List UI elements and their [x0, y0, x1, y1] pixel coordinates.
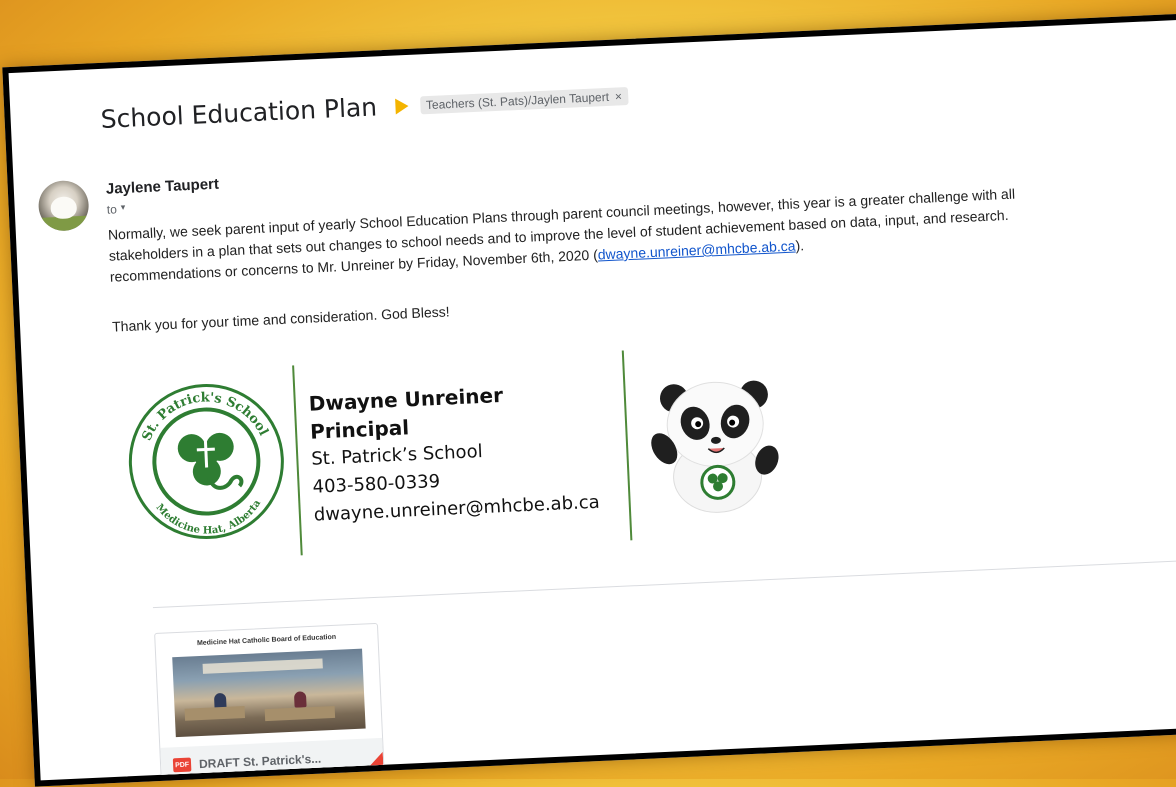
- sender-avatar[interactable]: [37, 179, 90, 232]
- closing-line: Thank you for your time and consideratio…: [111, 303, 450, 335]
- photo-student-2: [293, 691, 307, 708]
- school-logo: St. Patrick's School Medicine Hat, Alber…: [128, 384, 284, 539]
- recipient-details-icon[interactable]: ▾: [121, 202, 126, 216]
- attachment-preview-heading: Medicine Hat Catholic Board of Education: [196, 633, 337, 648]
- email-signature: St. Patrick's School Medicine Hat, Alber…: [122, 341, 830, 563]
- signature-divider: [292, 365, 303, 556]
- pdf-corner-fold-icon: [360, 751, 384, 775]
- photo-desk-1: [184, 706, 246, 721]
- attachment-filename: DRAFT St. Patrick's...: [198, 751, 322, 772]
- body-line-3-suffix: ).: [795, 237, 805, 254]
- label-arrow-icon: [394, 97, 409, 115]
- photo-desk-2: [264, 705, 336, 722]
- attachment-preview-photo: [172, 648, 366, 738]
- email-view: School Education Plan Teachers (St. Pats…: [2, 13, 1176, 787]
- attachments-divider: [152, 558, 1176, 609]
- email-subject: School Education Plan: [100, 92, 378, 134]
- avatar-dog: [50, 196, 78, 220]
- label-chip-text: Teachers (St. Pats)/Jaylen Taupert: [425, 89, 610, 112]
- label-chip[interactable]: Teachers (St. Pats)/Jaylen Taupert ×: [419, 86, 629, 114]
- photo-board: [202, 658, 323, 674]
- recipient-row: to ▾: [107, 202, 126, 217]
- signature-divider-2: [621, 350, 633, 541]
- attachment-footer: PDF DRAFT St. Patrick's...: [160, 737, 384, 784]
- email-body: Normally, we seek parent input of yearly…: [108, 175, 1176, 288]
- subject-row: School Education Plan Teachers (St. Pats…: [100, 81, 629, 134]
- to-label: to: [106, 202, 118, 217]
- label-remove-icon[interactable]: ×: [615, 89, 623, 103]
- signature-details: Dwayne Unreiner Principal St. Patrick’s …: [308, 377, 600, 530]
- pdf-icon: PDF: [172, 757, 192, 773]
- panda-mascot-image: [651, 380, 779, 513]
- sender-name[interactable]: Jaylene Taupert: [106, 176, 220, 198]
- pdf-attachment[interactable]: Medicine Hat Catholic Board of Education…: [154, 622, 385, 785]
